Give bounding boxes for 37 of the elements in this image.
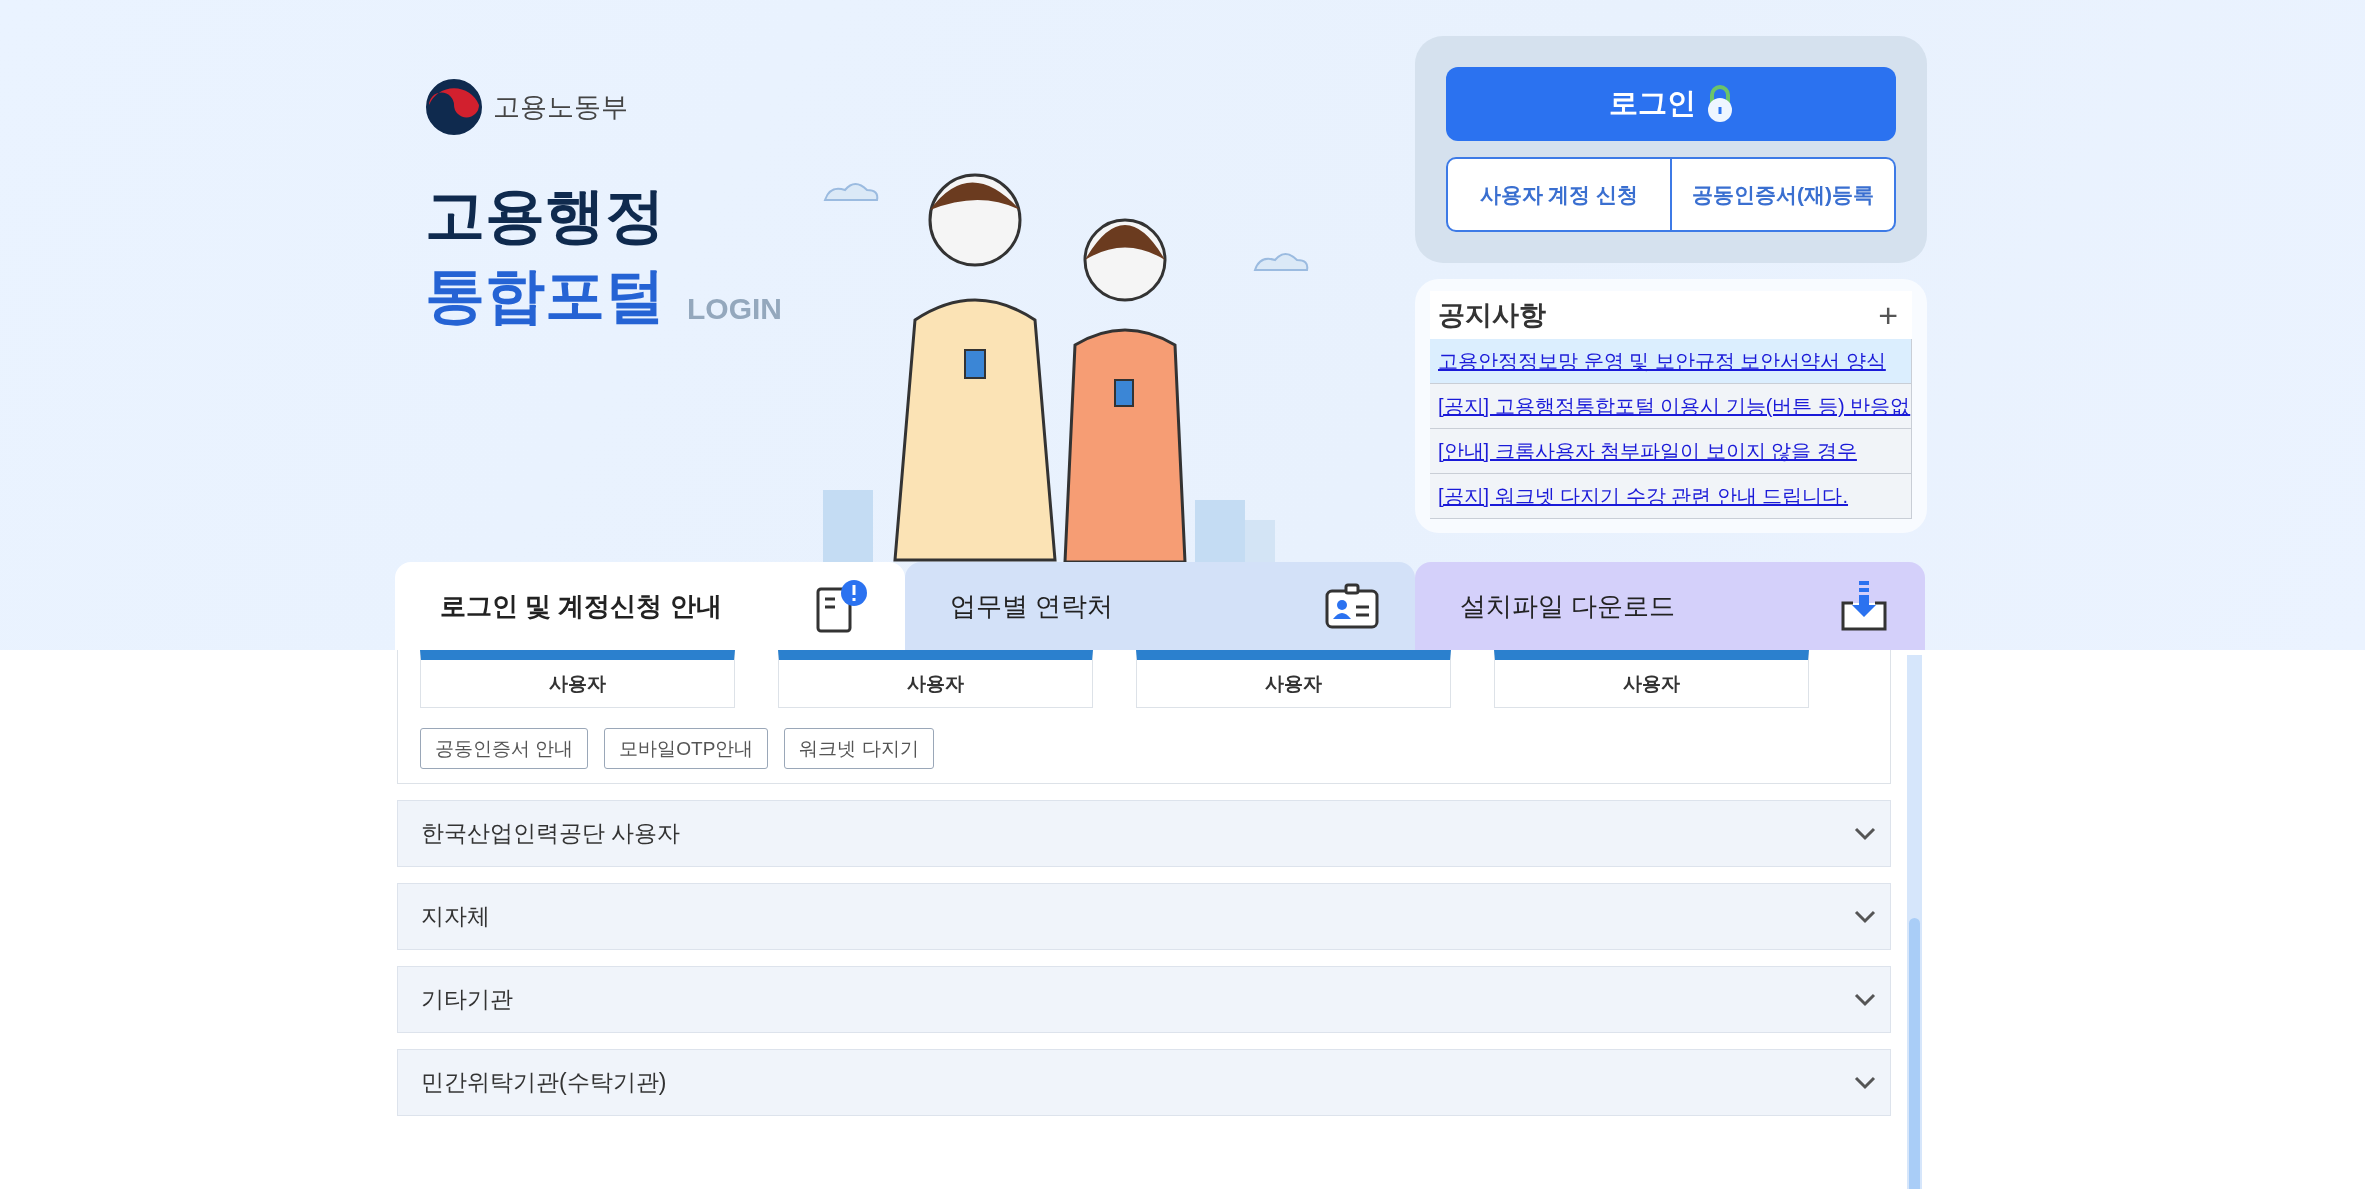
accordion-header[interactable]: 지자체 [397,883,1891,950]
chevron-down-icon [1854,992,1876,1007]
ministry-name: 고용노동부 [493,91,628,124]
guide-button[interactable]: 공동인증서 안내 [420,728,589,769]
user-card: 사용자 [1136,650,1451,708]
notice-link[interactable]: [안내] 크롬사용자 첨부파일이 보이지 않을 경우 [1430,429,1912,474]
padlock-icon [1705,85,1734,123]
notice-link[interactable]: [공지] 고용행정통합포털 이용시 기능(버튼 등) 반응없 [1430,384,1912,429]
id-card-icon [1325,583,1379,629]
user-card: 사용자 [778,650,1093,708]
login-button[interactable]: 로그인 [1446,67,1896,141]
chevron-down-icon [1854,1075,1876,1090]
notice-link[interactable]: 고용안정정보망 운영 및 보안규정 보안서약서 양식 [1430,339,1912,384]
accordion-header[interactable]: 민간위탁기관(수탁기관) [397,1049,1891,1116]
portal-subtitle: 통합포털 [425,261,665,331]
login-caption: LOGIN [687,292,782,327]
chevron-down-icon [1854,826,1876,841]
portal-title: 고용행정 [425,181,666,251]
accordion-header[interactable]: 기타기관 [397,966,1891,1033]
more-button[interactable]: + [1872,294,1904,336]
notice-title: 공지사항 [1438,299,1546,332]
account-action-button[interactable]: 사용자 계정 신청 [1446,157,1672,232]
download-tray-icon [1839,579,1889,633]
guide-button[interactable]: 모바일OTP안내 [604,728,769,769]
book-alert-icon [815,579,869,633]
guide-button[interactable]: 워크넷 다지기 [784,728,934,769]
user-card: 사용자 [420,650,735,708]
section-tab[interactable]: 로그인 및 계정신청 안내 [395,562,905,650]
user-card: 사용자 [1494,650,1809,708]
account-action-button[interactable]: 공동인증서(재)등록 [1672,157,1896,232]
chevron-down-icon [1854,909,1876,924]
accordion-header[interactable]: 한국산업인력공단 사용자 [397,800,1891,867]
emblem-logo-icon [425,78,483,136]
notice-link[interactable]: [공지] 워크넷 다지기 수강 관련 안내 드립니다. [1430,474,1912,519]
section-tab[interactable]: 설치파일 다운로드 [1415,562,1925,650]
scrollbar[interactable] [1907,655,1922,1189]
section-tab[interactable]: 업무별 연락처 [905,562,1415,650]
